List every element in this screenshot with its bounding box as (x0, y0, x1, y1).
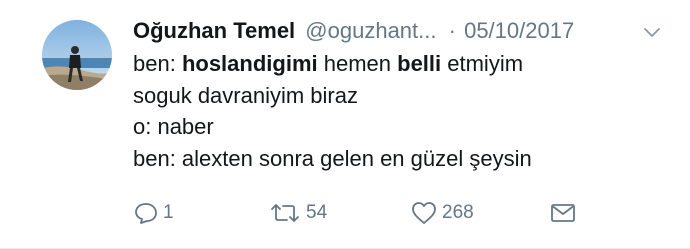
tweet-line: ben: alexten sonra gelen en güzel şeysin (133, 143, 663, 175)
retweet-button[interactable]: 54 (268, 196, 327, 230)
tweet-line: o: naber (133, 111, 663, 143)
text-segment: ben: (133, 51, 182, 76)
text-segment: o: naber (133, 114, 214, 139)
reply-icon (135, 203, 157, 224)
tweet[interactable]: Oğuzhan Temel @oguzhant... · 05/10/2017 … (0, 0, 690, 249)
text-segment: soguk davraniyim biraz (133, 82, 358, 108)
tweet-line: soguk davraniyim biraz (133, 80, 663, 112)
like-count: 268 (442, 202, 474, 223)
avatar-photo (42, 20, 112, 90)
text-segment: etmiyim (441, 51, 524, 76)
direct-message-button[interactable] (550, 196, 576, 230)
bold-text-segment: hoslandigimi (181, 51, 318, 76)
envelope-icon (551, 204, 575, 222)
separator-dot: · (448, 18, 456, 43)
reply-count: 1 (163, 202, 174, 223)
retweet-icon (271, 204, 299, 222)
text-segment: hemen (317, 51, 398, 76)
user-fullname[interactable]: Oğuzhan Temel (133, 18, 295, 43)
user-handle[interactable]: @oguzhant... (305, 18, 436, 43)
heart-icon (412, 202, 436, 224)
bold-text-segment: belli (397, 51, 442, 76)
tweet-header: Oğuzhan Temel @oguzhant... · 05/10/2017 (133, 14, 663, 48)
tweet-date[interactable]: 05/10/2017 (464, 18, 574, 43)
avatar[interactable] (42, 20, 112, 90)
like-button[interactable]: 268 (410, 196, 474, 230)
retweet-count: 54 (306, 202, 328, 223)
tweet-line: ben: hoslandigimi hemen belli etmiyim (133, 48, 663, 80)
text-segment: ben: alexten sonra gelen en güzel şeysin (133, 145, 532, 171)
tweet-text: ben: hoslandigimi hemen belli etmiyim so… (133, 48, 663, 174)
chevron-down-icon[interactable] (642, 24, 662, 40)
tweet-actions: 1 54 268 (0, 196, 690, 230)
reply-button[interactable]: 1 (133, 196, 174, 230)
